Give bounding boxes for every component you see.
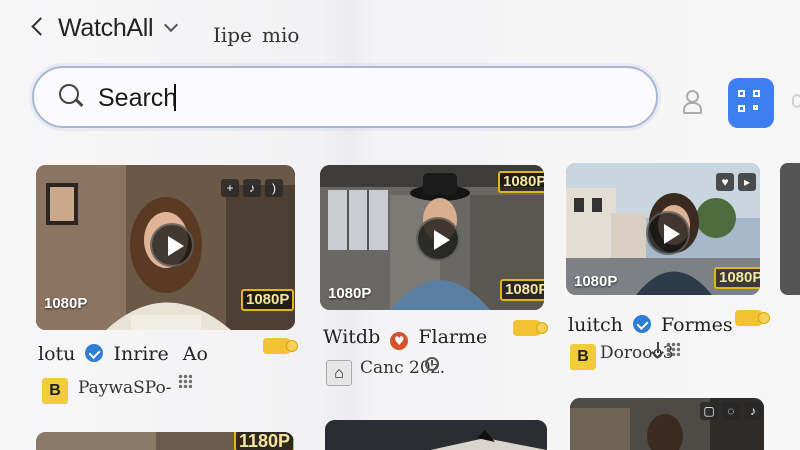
video-thumbnail[interactable] <box>325 420 547 450</box>
search-input[interactable] <box>98 81 618 115</box>
add-icon[interactable]: + <box>221 179 239 197</box>
top-bar: WatchAll Iipe mio <box>0 0 800 58</box>
play-icon[interactable] <box>646 211 690 255</box>
resolution-badge-top: 1080P <box>498 171 544 193</box>
toggle-icon[interactable] <box>263 338 298 354</box>
video-meta: PaywaSPo- <box>78 378 172 398</box>
thumbnail-controls: ♥ ▸ <box>716 173 756 191</box>
video-title-part: Inrire <box>113 343 169 365</box>
more-icon[interactable] <box>792 94 800 108</box>
video-title-part: Ao <box>182 343 208 365</box>
thumbnail-controls: + ♪ ) <box>221 179 283 197</box>
video-title[interactable]: Witdb ♥ Flarme <box>323 326 487 350</box>
volume-icon[interactable]: ♪ <box>243 179 261 197</box>
toggle-icon[interactable] <box>513 320 548 336</box>
thumbnail-controls: ▢ ◌ ♪ <box>700 402 762 420</box>
comment-icon[interactable]: ◌ <box>722 402 740 420</box>
qr-icon-part <box>753 105 758 110</box>
channel-logo-icon: ♥ <box>390 332 409 350</box>
app-title[interactable]: WatchAll <box>58 14 154 43</box>
next-icon[interactable]: ▸ <box>738 173 756 191</box>
video-title-part: luitch <box>568 314 623 336</box>
resolution-badge: 1080P <box>500 279 544 301</box>
video-thumbnail[interactable]: ▢ ◌ ♪ <box>570 398 764 450</box>
sound-icon[interactable]: ) <box>265 179 283 197</box>
back-icon[interactable] <box>30 16 44 38</box>
qr-icon <box>738 90 745 97</box>
sound-icon[interactable]: ♪ <box>744 402 762 420</box>
resolution-label: 1080P <box>44 295 88 312</box>
video-thumbnail-partial[interactable] <box>780 163 800 295</box>
resolution-badge: 1180P <box>234 432 294 450</box>
play-icon[interactable] <box>150 223 194 267</box>
clock-icon <box>425 357 439 371</box>
video-thumbnail[interactable]: 1080P 1080P 1080P <box>320 165 544 310</box>
search-bar[interactable] <box>32 66 658 128</box>
nav-link-1[interactable]: Iipe <box>213 23 252 47</box>
nav-link-2[interactable]: mio <box>262 23 299 47</box>
resolution-label: 1080P <box>574 273 618 290</box>
qr-icon-part <box>753 90 760 97</box>
channel-avatar[interactable]: ⌂ <box>326 360 352 386</box>
thumbnail-image <box>780 163 800 295</box>
heart-icon[interactable]: ♥ <box>716 173 734 191</box>
play-icon[interactable] <box>416 217 460 261</box>
qr-button[interactable] <box>728 78 774 128</box>
video-thumbnail[interactable]: + ♪ ) 1080P 1080P <box>36 165 295 330</box>
toggle-icon[interactable] <box>735 310 770 326</box>
qr-icon-part <box>738 105 745 112</box>
resolution-label: 1080P <box>328 285 372 302</box>
resolution-badge: 1080P <box>241 289 295 311</box>
video-title[interactable]: lotu Inrire Ao <box>38 343 208 365</box>
search-icon[interactable] <box>56 82 86 112</box>
options-icon[interactable] <box>666 342 680 356</box>
verified-icon <box>632 315 651 333</box>
text-caret <box>174 84 176 111</box>
video-title[interactable]: luitch Formes <box>568 314 733 336</box>
chevron-down-icon[interactable] <box>164 20 178 34</box>
video-title-part: Formes <box>661 314 733 336</box>
download-icon[interactable] <box>652 342 664 358</box>
pip-icon[interactable]: ▢ <box>700 402 718 420</box>
channel-avatar[interactable]: B <box>42 378 68 404</box>
video-title-part: Witdb <box>323 326 381 348</box>
channel-avatar[interactable]: B <box>570 344 596 370</box>
video-thumbnail[interactable]: 1180P <box>36 432 294 450</box>
thumbnail-image <box>325 420 547 450</box>
video-title-part: lotu <box>38 343 76 365</box>
resolution-badge: 1080P <box>714 267 760 289</box>
options-icon[interactable] <box>178 374 192 388</box>
verified-icon <box>85 344 104 362</box>
video-title-part: Flarme <box>418 326 488 348</box>
video-thumbnail[interactable]: ♥ ▸ 1080P 1080P <box>566 163 760 295</box>
user-icon[interactable] <box>682 90 702 114</box>
